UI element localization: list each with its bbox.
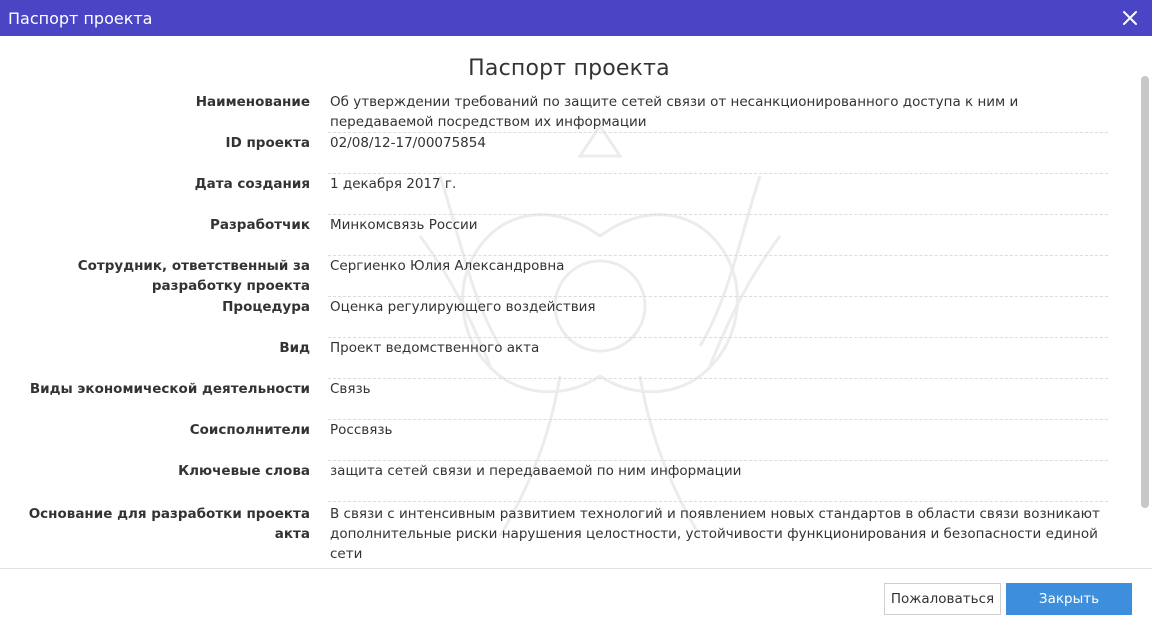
field-value: Об утверждении требований по защите сете… xyxy=(330,94,1019,130)
row-divider xyxy=(328,501,1108,502)
project-passport-dialog: Паспорт проекта Паспорт проекта Наименов… xyxy=(0,0,1152,629)
field-value: Оценка регулирующего воздействия xyxy=(330,299,596,315)
field-row-id: ID проекта 02/08/12-17/00075854 xyxy=(0,133,1138,174)
page-title: Паспорт проекта xyxy=(468,56,670,81)
field-value: Минкомсвязь России xyxy=(330,217,478,233)
field-label: Соисполнители xyxy=(189,422,310,438)
field-value: защита сетей связи и передаваемой по ним… xyxy=(330,463,742,479)
dialog-title: Паспорт проекта xyxy=(8,9,153,28)
close-icon[interactable] xyxy=(1120,8,1140,28)
scrollbar-thumb[interactable] xyxy=(1141,76,1149,508)
field-row-basis: Основание для разработки проекта акта В … xyxy=(0,504,1138,568)
field-label: Дата создания xyxy=(194,176,310,192)
field-label: Разработчик xyxy=(209,217,310,233)
field-row-procedure: Процедура Оценка регулирующего воздейств… xyxy=(0,297,1138,338)
field-row-developer: Разработчик Минкомсвязь России xyxy=(0,215,1138,256)
field-value: 1 декабря 2017 г. xyxy=(330,176,457,192)
field-label: Основание для разработки проекта акта xyxy=(28,506,310,542)
complain-button[interactable]: Пожаловаться xyxy=(884,583,1001,615)
field-row-keywords: Ключевые слова защита сетей связи и пере… xyxy=(0,461,1138,502)
field-row-activities: Виды экономической деятельности Связь xyxy=(0,379,1138,420)
field-value: 02/08/12-17/00075854 xyxy=(330,135,486,151)
field-label: Ключевые слова xyxy=(178,463,310,479)
field-row-responsible: Сотрудник, ответственный за разработку п… xyxy=(0,256,1138,297)
field-label: Сотрудник, ответственный за разработку п… xyxy=(77,258,310,294)
field-row-type: Вид Проект ведомственного акта xyxy=(0,338,1138,379)
passport-fields: Наименование Об утверждении требований п… xyxy=(0,92,1138,568)
field-row-coexecutors: Соисполнители Россвязь xyxy=(0,420,1138,461)
field-row-created: Дата создания 1 декабря 2017 г. xyxy=(0,174,1138,215)
field-value: Россвязь xyxy=(330,422,393,438)
dialog-footer: Пожаловаться Закрыть xyxy=(0,568,1152,629)
field-value: Сергиенко Юлия Александровна xyxy=(330,258,565,274)
dialog-titlebar: Паспорт проекта xyxy=(0,0,1152,36)
close-button[interactable]: Закрыть xyxy=(1006,583,1132,615)
field-value: В связи с интенсивным развитием технолог… xyxy=(330,506,1100,562)
field-value: Проект ведомственного акта xyxy=(330,340,540,356)
field-label: Процедура xyxy=(222,299,310,315)
field-label: Вид xyxy=(279,340,310,356)
field-value: Связь xyxy=(330,381,371,397)
field-label: ID проекта xyxy=(225,135,310,151)
field-row-name: Наименование Об утверждении требований п… xyxy=(0,92,1138,133)
dialog-body: Паспорт проекта Наименование Об утвержде… xyxy=(0,36,1152,568)
field-label: Виды экономической деятельности xyxy=(29,381,310,397)
field-label: Наименование xyxy=(195,94,310,110)
